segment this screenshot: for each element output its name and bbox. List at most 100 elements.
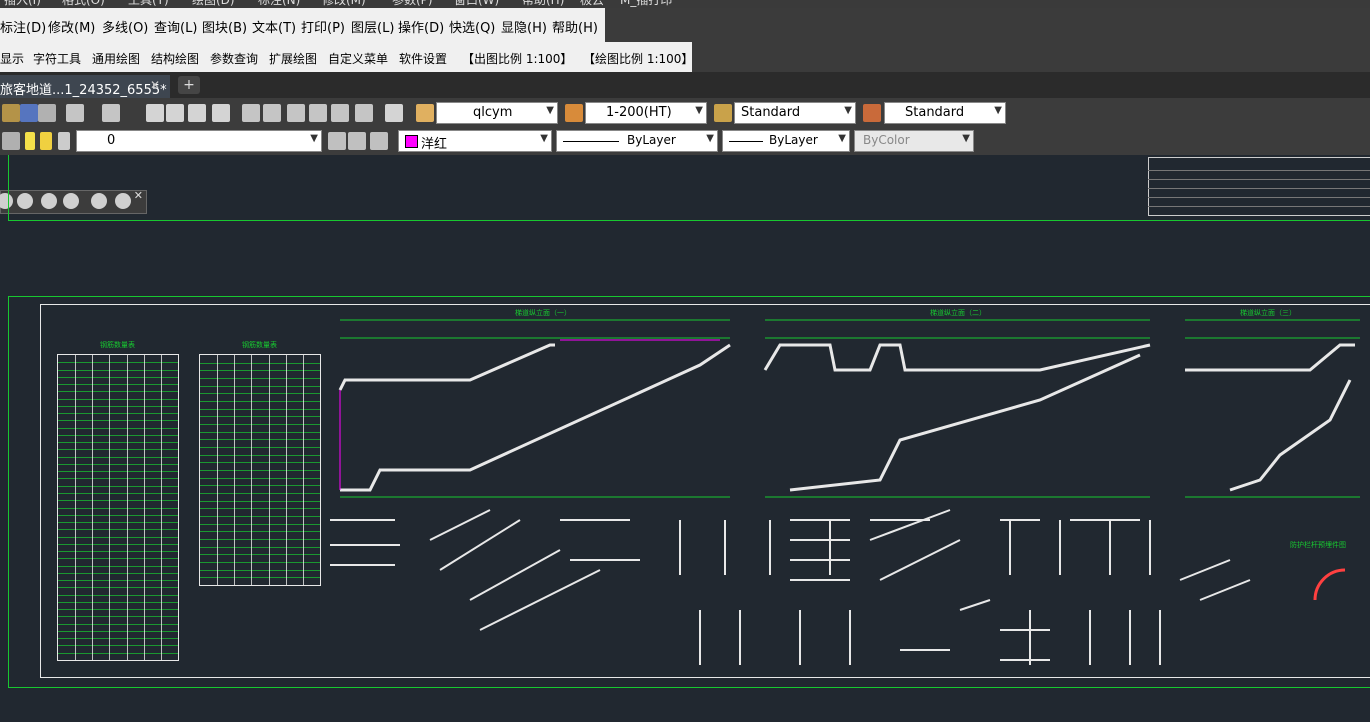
menu-item[interactable]: 扩展绘图 (269, 50, 317, 67)
rebar-table-2 (199, 354, 321, 586)
properties-icon[interactable] (242, 104, 260, 122)
table-col-line (143, 355, 145, 660)
chevron-down-icon: ▼ (695, 105, 703, 116)
table-col-line (75, 355, 77, 660)
menu-item[interactable]: 显示 (0, 50, 24, 67)
menu-item[interactable]: 通用绘图 (92, 50, 140, 67)
menu-item[interactable]: 参数查询 (210, 50, 258, 67)
top-menu-item[interactable]: 工具(T) (128, 0, 169, 8)
lineweight-select[interactable]: ByLayer ▼ (722, 130, 850, 152)
multileader-style-select[interactable]: Standard ▼ (884, 102, 1006, 124)
table-col-line (160, 355, 162, 660)
menu-item[interactable]: 修改(M) (48, 17, 95, 36)
sheet-set-icon[interactable] (309, 104, 327, 122)
section-title: 梯道纵立面（二） (930, 309, 986, 317)
layer-iso-icon[interactable] (370, 132, 388, 150)
zoom-window-icon[interactable] (188, 104, 206, 122)
title-block-row (1148, 170, 1370, 171)
document-tab[interactable]: 旅客地道...1_24352_6555* ✕ (0, 75, 170, 98)
menu-item[interactable]: 查询(L) (154, 17, 197, 36)
top-menu-item[interactable]: 标注(N) (258, 0, 300, 8)
top-menu-item[interactable]: 绘图(D) (192, 0, 235, 8)
menu-item[interactable]: 图块(B) (202, 17, 247, 36)
text-style-select[interactable]: qlcym ▼ (436, 102, 558, 124)
menu-item[interactable]: 结构绘图 (151, 50, 199, 67)
menu-item[interactable]: 文本(T) (252, 17, 296, 36)
pan-icon[interactable] (146, 104, 164, 122)
chevron-down-icon: ▼ (310, 133, 318, 144)
linetype-preview (563, 141, 619, 142)
menu-item[interactable]: 操作(D) (398, 17, 444, 36)
top-menu-item[interactable]: 参数(P) (392, 0, 433, 8)
table-col-line (302, 355, 304, 585)
top-menu-item[interactable]: M_插打印 (620, 0, 672, 8)
linetype-select[interactable]: ByLayer ▼ (556, 130, 718, 152)
undo-icon[interactable] (66, 104, 84, 122)
layer-select[interactable]: 0 ▼ (76, 130, 322, 152)
top-menu-item[interactable]: 极云 (580, 0, 604, 8)
detail-title: 防护栏杆预埋件图 (1290, 541, 1346, 549)
top-menu-item[interactable]: 帮助(H) (522, 0, 564, 8)
title-block-row (1148, 197, 1370, 198)
table-title: 钢筋数量表 (100, 341, 135, 349)
menu-item[interactable]: 打印(P) (301, 17, 345, 36)
top-menu-item[interactable]: 插入(I) (4, 0, 41, 8)
zoom-realtime-icon[interactable] (166, 104, 184, 122)
top-menu-item[interactable]: 修改(M) (322, 0, 366, 8)
table-col-line (268, 355, 270, 585)
chevron-down-icon: ▼ (838, 133, 846, 144)
top-menu-item[interactable]: 窗口(W) (454, 0, 499, 8)
table-col-line (92, 355, 94, 660)
multileader-style-value: Standard (905, 105, 965, 120)
close-icon[interactable]: ✕ (150, 78, 160, 92)
menu-item[interactable]: 【出图比例 1:100】 (462, 50, 572, 67)
table-style-select[interactable]: Standard ▼ (734, 102, 856, 124)
layer-manager-icon[interactable] (2, 132, 20, 150)
menu-item[interactable]: 显隐(H) (501, 17, 547, 36)
dim-style-value: 1-200(HT) (606, 105, 672, 120)
tool-palette-icon[interactable] (287, 104, 305, 122)
menu-item[interactable]: 多线(O) (102, 17, 148, 36)
plotstyle-name: ByColor (863, 133, 910, 147)
menu-gap-2 (692, 42, 1370, 72)
menu-item[interactable]: 字符工具 (33, 50, 81, 67)
color-name: 洋红 (421, 137, 448, 152)
design-center-icon[interactable] (263, 104, 281, 122)
new-tab-button[interactable]: + (178, 76, 200, 94)
document-tab-title: 旅客地道...1_24352_6555* (0, 83, 167, 98)
menu-item[interactable]: 帮助(H) (552, 17, 598, 36)
dim-style-select[interactable]: 1-200(HT) ▼ (585, 102, 707, 124)
layer-toolbar: 0 ▼ 洋红 ▼ ByLayer ▼ ByLayer ▼ ByColor ▼ (0, 128, 1370, 155)
table-col-line (285, 355, 287, 585)
color-swatch (405, 135, 418, 148)
menu-item[interactable]: 快选(Q) (449, 17, 495, 36)
open-icon[interactable] (2, 104, 20, 122)
table-col-line (126, 355, 128, 660)
table-style-icon (714, 104, 732, 122)
publish-icon[interactable] (38, 104, 56, 122)
markup-icon[interactable] (331, 104, 349, 122)
rebar-table-1 (57, 354, 179, 661)
lineweight-name: ByLayer (769, 133, 818, 147)
standard-toolbar: qlcym ▼ 1-200(HT) ▼ Standard ▼ Standard ▼ (0, 98, 1370, 128)
help-icon[interactable] (385, 104, 403, 122)
menu-item[interactable]: 【绘图比例 1:100】 (583, 50, 693, 67)
redo-icon[interactable] (102, 104, 120, 122)
save-icon[interactable] (20, 104, 38, 122)
layer-previous-icon[interactable] (328, 132, 346, 150)
color-select[interactable]: 洋红 ▼ (398, 130, 552, 152)
linetype-name: ByLayer (627, 133, 676, 147)
menu-row-1: 标注(D) 修改(M) 多线(O) 查询(L) 图块(B) 文本(T) 打印(P) 图层(L)… (0, 8, 605, 43)
menu-item[interactable]: 自定义菜单 (328, 50, 388, 67)
top-menu-item[interactable]: 格式(O) (62, 0, 105, 8)
zoom-previous-icon[interactable] (212, 104, 230, 122)
sun-icon (40, 132, 52, 150)
menu-item[interactable]: 软件设置 (399, 50, 447, 67)
table-col-line (217, 355, 219, 585)
calculator-icon[interactable] (355, 104, 373, 122)
menu-item[interactable]: 标注(D) (0, 17, 46, 36)
menu-item[interactable]: 图层(L) (351, 17, 394, 36)
table-col-line (251, 355, 253, 585)
layer-match-icon[interactable] (348, 132, 366, 150)
plotstyle-select[interactable]: ByColor ▼ (854, 130, 974, 152)
